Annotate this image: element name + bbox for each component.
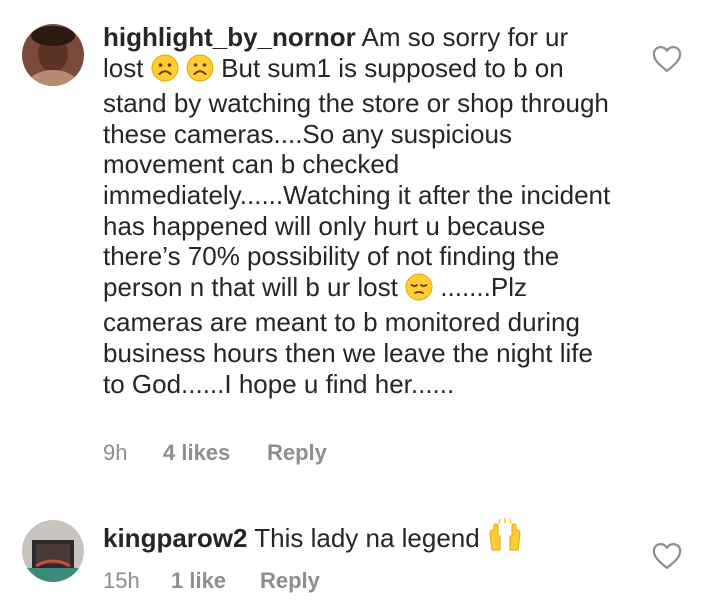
- heart-outline-icon[interactable]: [652, 542, 682, 570]
- comment-item: kingparow2 This lady na legend 15h 1 lik…: [0, 480, 720, 605]
- comment-username[interactable]: kingparow2: [103, 523, 247, 553]
- comment-time: 9h: [103, 440, 128, 465]
- heart-outline-icon[interactable]: [652, 45, 682, 73]
- reply-button[interactable]: Reply: [267, 440, 327, 466]
- comment-username[interactable]: highlight_by_nornor: [103, 22, 356, 52]
- comment-text: highlight_by_nornor Am so sorry for ur l…: [103, 22, 613, 399]
- frowning-face-emoji: [186, 54, 214, 89]
- avatar[interactable]: [22, 520, 84, 582]
- frowning-face-emoji: [151, 54, 179, 89]
- comment-text-part: This lady na legend: [247, 523, 487, 553]
- comment-text: kingparow2 This lady na legend: [103, 518, 613, 559]
- comment-item: highlight_by_nornor Am so sorry for ur l…: [0, 0, 720, 480]
- comment-likes[interactable]: 4 likes: [163, 440, 230, 466]
- comment-time: 15h: [103, 568, 140, 593]
- pensive-face-emoji: [405, 273, 433, 308]
- reply-button[interactable]: Reply: [260, 568, 320, 594]
- avatar[interactable]: [22, 24, 84, 86]
- raising-hands-emoji: [487, 518, 523, 559]
- comment-text-part: But sum1 is supposed to b on stand by wa…: [103, 52, 611, 302]
- comment-likes[interactable]: 1 like: [171, 568, 226, 594]
